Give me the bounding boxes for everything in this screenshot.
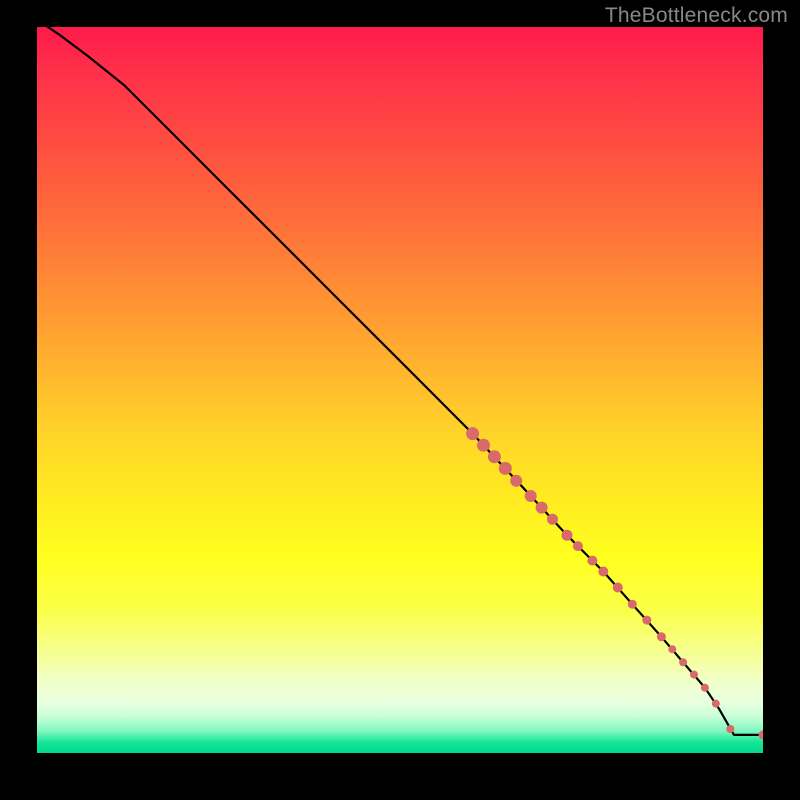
chart-marker [466, 427, 479, 440]
chart-marker [536, 502, 548, 514]
chart-marker [628, 600, 637, 609]
chart-marker [701, 684, 709, 692]
chart-marker [668, 645, 676, 653]
chart-marker [690, 671, 698, 679]
chart-marker [759, 730, 764, 739]
chart-marker [573, 541, 583, 551]
chart-marker [525, 490, 537, 502]
chart-plot-area [37, 27, 763, 753]
chart-marker [642, 616, 651, 625]
chart-marker [726, 725, 734, 733]
chart-svg [37, 27, 763, 753]
chart-marker [499, 462, 512, 475]
chart-marker [679, 658, 687, 666]
chart-marker [488, 450, 501, 463]
chart-marker [547, 514, 558, 525]
chart-marker [712, 700, 720, 708]
chart-marker [657, 632, 666, 641]
chart-marker [510, 475, 522, 487]
chart-marker [477, 439, 490, 452]
chart-marker [613, 583, 623, 593]
chart-marker [562, 530, 573, 541]
chart-marker [587, 556, 597, 566]
chart-marker [598, 567, 608, 577]
chart-curve [37, 27, 763, 735]
watermark-text: TheBottleneck.com [605, 4, 788, 28]
